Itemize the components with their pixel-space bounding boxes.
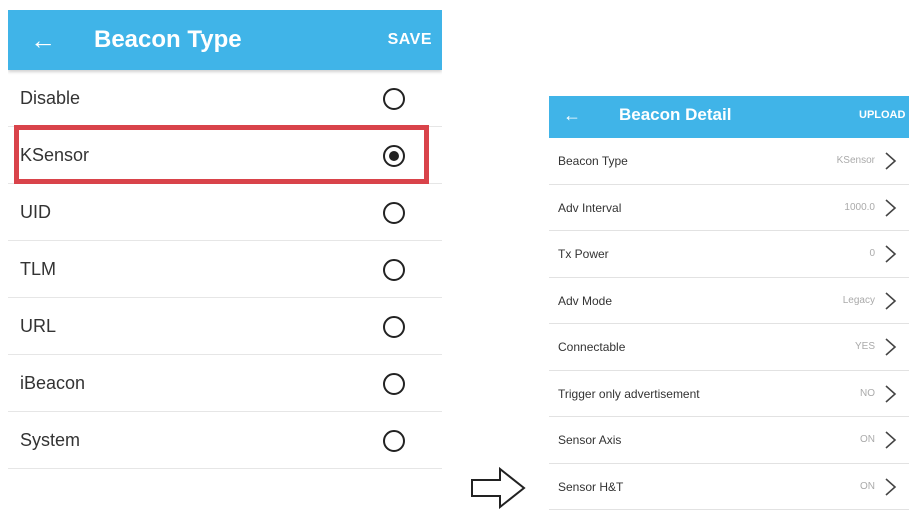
row-value: Legacy	[842, 294, 875, 306]
beacon-detail-list: Beacon Type KSensor Adv Interval 1000.0 …	[549, 138, 909, 510]
radio-button[interactable]	[383, 316, 405, 338]
chevron-right-icon	[885, 431, 897, 449]
chevron-right-icon	[885, 245, 897, 263]
option-label: UID	[20, 202, 51, 222]
save-button[interactable]: SAVE	[388, 24, 432, 56]
option-label: TLM	[20, 259, 56, 279]
beacon-type-header: ← Beacon Type SAVE	[8, 10, 442, 70]
row-label: Sensor Axis	[558, 433, 622, 447]
back-arrow-icon[interactable]: ←	[30, 20, 56, 60]
option-label: System	[20, 430, 81, 450]
back-arrow-icon[interactable]: ←	[563, 96, 581, 134]
option-url[interactable]: URL	[8, 298, 442, 355]
detail-row-adv-interval[interactable]: Adv Interval 1000.0	[549, 185, 909, 231]
row-label: Adv Mode	[558, 293, 613, 308]
option-disable[interactable]: Disable	[8, 70, 442, 127]
chevron-right-icon	[885, 338, 897, 356]
beacon-type-options: Disable KSensor UID TLM URL iBeacon Syst…	[8, 70, 442, 469]
chevron-right-icon	[885, 198, 897, 217]
radio-button[interactable]	[383, 259, 405, 281]
radio-button[interactable]	[383, 430, 405, 452]
option-system[interactable]: System	[8, 412, 442, 469]
detail-row-connectable[interactable]: Connectable YES	[549, 324, 909, 371]
chevron-right-icon	[885, 152, 897, 170]
detail-row-beacon-type[interactable]: Beacon Type KSensor	[549, 138, 909, 185]
beacon-type-screen: ← Beacon Type SAVE Disable KSensor UID T…	[8, 10, 442, 512]
chevron-right-icon	[885, 384, 897, 403]
detail-row-tx-power[interactable]: Tx Power 0	[549, 231, 909, 278]
beacon-detail-header: ← Beacon Detail UPLOAD	[549, 96, 909, 138]
row-label: Beacon Type	[558, 154, 628, 168]
radio-button[interactable]	[383, 88, 405, 110]
option-ibeacon[interactable]: iBeacon	[8, 355, 442, 412]
detail-row-adv-mode[interactable]: Adv Mode Legacy	[549, 278, 909, 324]
upload-button[interactable]: UPLOAD	[859, 96, 905, 134]
option-uid[interactable]: UID	[8, 184, 442, 241]
beacon-detail-screen: ← Beacon Detail UPLOAD Beacon Type KSens…	[549, 96, 909, 512]
row-value: ON	[860, 434, 875, 445]
radio-button-selected[interactable]	[383, 145, 405, 167]
row-value: YES	[854, 341, 875, 352]
option-ksensor[interactable]: KSensor	[8, 127, 442, 184]
radio-button[interactable]	[383, 373, 405, 395]
arrow-right-outline-icon	[471, 466, 526, 510]
chevron-right-icon	[885, 291, 897, 310]
row-value: 0	[869, 248, 875, 259]
option-tlm[interactable]: TLM	[8, 241, 442, 298]
detail-row-sensor-ht[interactable]: Sensor H&T ON	[549, 464, 909, 510]
row-label: Sensor H&T	[558, 479, 624, 494]
row-label: Tx Power	[558, 247, 609, 261]
option-label: Disable	[20, 88, 81, 108]
row-value: ON	[860, 480, 875, 492]
option-label: iBeacon	[20, 373, 86, 393]
chevron-right-icon	[885, 477, 897, 496]
row-value: 1000.0	[844, 201, 875, 213]
detail-row-sensor-axis[interactable]: Sensor Axis ON	[549, 417, 909, 464]
option-label: KSensor	[20, 145, 90, 165]
detail-row-trigger-only-advertisement[interactable]: Trigger only advertisement NO	[549, 371, 909, 417]
row-label: Adv Interval	[558, 200, 622, 215]
row-value: NO	[860, 387, 875, 399]
row-value: KSensor	[836, 155, 875, 166]
row-label: Connectable	[558, 340, 626, 354]
radio-button[interactable]	[383, 202, 405, 224]
option-label: URL	[20, 316, 57, 336]
row-label: Trigger only advertisement	[558, 386, 700, 401]
page-title: Beacon Type	[94, 26, 242, 53]
page-title: Beacon Detail	[619, 105, 732, 124]
